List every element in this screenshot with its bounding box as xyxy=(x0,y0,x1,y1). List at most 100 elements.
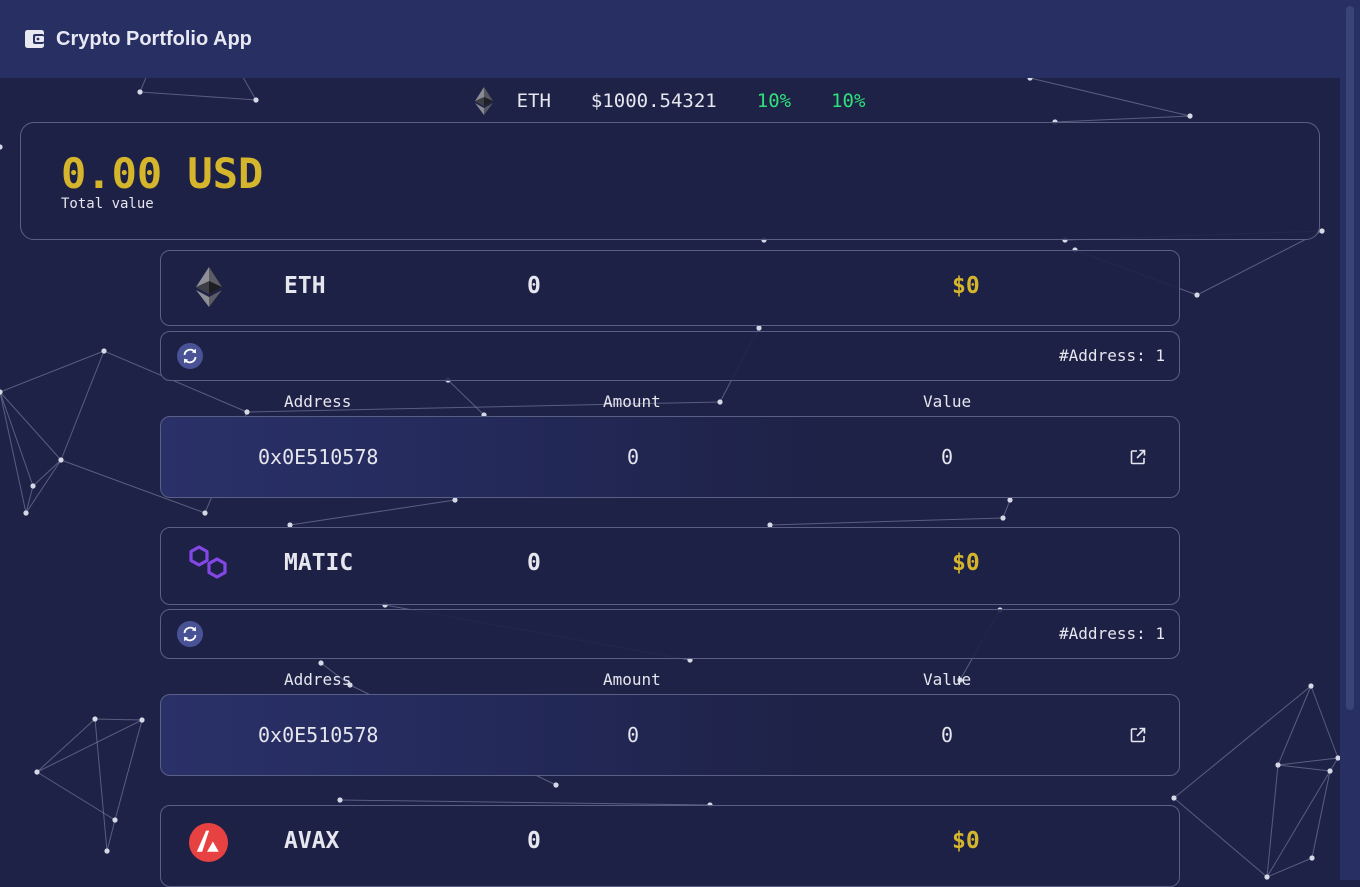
network-edge xyxy=(1277,764,1331,772)
address-text: 0x0E510578 xyxy=(258,445,379,469)
coin-symbol: ETH xyxy=(284,273,326,299)
ticker-change-2: 10% xyxy=(831,90,866,112)
network-node xyxy=(202,510,208,516)
app-bar: Crypto Portfolio App xyxy=(0,0,1340,78)
network-edge xyxy=(0,391,34,487)
eth-icon xyxy=(196,267,222,307)
network-node xyxy=(1000,515,1006,521)
address-count: #Address: 1 xyxy=(1059,346,1165,365)
network-node xyxy=(337,797,343,803)
network-node xyxy=(1309,855,1315,861)
refresh-icon[interactable] xyxy=(177,343,203,369)
ticker-symbol: ETH xyxy=(516,90,551,112)
coin-meta-row-eth: #Address: 1 xyxy=(160,331,1180,381)
ticker-price: $1000.54321 xyxy=(590,90,717,112)
external-link-icon[interactable] xyxy=(1129,726,1147,744)
coin-symbol: AVAX xyxy=(284,828,340,854)
column-header-amount: Amount xyxy=(603,670,661,689)
coin-value: $0 xyxy=(952,273,980,299)
address-row: 0x0E510578 0 0 xyxy=(160,694,1180,776)
coin-amount: 0 xyxy=(527,550,541,576)
network-node xyxy=(1327,768,1333,774)
network-node xyxy=(318,660,324,666)
avax-icon xyxy=(188,822,229,863)
network-edge xyxy=(1266,764,1279,878)
network-edge xyxy=(94,718,108,852)
network-node xyxy=(101,348,107,354)
network-edge xyxy=(1310,685,1339,759)
network-node xyxy=(1308,683,1314,689)
address-text: 0x0E510578 xyxy=(258,723,379,747)
address-value: 0 xyxy=(941,723,954,747)
network-node xyxy=(0,144,3,150)
column-header-address: Address xyxy=(284,392,352,411)
column-header-value: Value xyxy=(923,392,972,411)
network-node xyxy=(756,325,762,331)
matic-icon xyxy=(189,545,227,579)
network-node xyxy=(1319,228,1325,234)
network-edge xyxy=(1173,797,1268,878)
network-edge xyxy=(1266,770,1331,878)
ticker-change-1: 10% xyxy=(756,90,792,112)
network-node xyxy=(34,769,40,775)
network-edge xyxy=(1002,499,1011,519)
column-header-value: Value xyxy=(923,670,972,689)
scrollbar[interactable] xyxy=(1340,0,1360,880)
network-node xyxy=(58,457,64,463)
coin-card-eth[interactable]: ETH 0 $0 xyxy=(160,250,1180,326)
coin-card-avax[interactable]: AVAX 0 $0 xyxy=(160,805,1180,887)
network-edge xyxy=(1173,685,1312,799)
network-node xyxy=(1275,762,1281,768)
network-edge xyxy=(25,485,34,514)
address-amount: 0 xyxy=(627,723,640,747)
network-edge xyxy=(106,819,116,852)
network-edge xyxy=(1311,770,1331,859)
total-value-label: Total value xyxy=(61,196,154,212)
network-node xyxy=(139,717,145,723)
address-table-header: Address Amount Value xyxy=(160,668,1178,692)
network-edge xyxy=(1277,685,1312,766)
network-edge xyxy=(0,391,27,514)
coin-amount: 0 xyxy=(527,273,541,299)
network-edge xyxy=(769,517,1004,526)
column-header-address: Address xyxy=(284,670,352,689)
column-header-amount: Amount xyxy=(603,392,661,411)
coin-symbol: MATIC xyxy=(284,550,354,576)
network-node xyxy=(553,782,559,788)
app-title: Crypto Portfolio App xyxy=(56,27,252,50)
network-edge xyxy=(36,718,96,773)
network-edge xyxy=(289,499,456,526)
refresh-icon[interactable] xyxy=(177,621,203,647)
network-edge xyxy=(0,350,105,393)
network-node xyxy=(92,716,98,722)
total-value-card: 0.00 USD Total value xyxy=(20,122,1320,240)
network-edge xyxy=(1277,757,1339,766)
external-link-icon[interactable] xyxy=(1129,448,1147,466)
network-node xyxy=(1171,795,1177,801)
address-table-header: Address Amount Value xyxy=(160,390,1178,414)
network-edge xyxy=(114,719,143,821)
coin-value: $0 xyxy=(952,828,980,854)
address-amount: 0 xyxy=(627,445,640,469)
total-value-amount: 0.00 USD xyxy=(61,149,264,198)
network-node xyxy=(30,483,36,489)
network-node xyxy=(112,817,118,823)
network-edge xyxy=(36,719,143,773)
network-edge xyxy=(1196,230,1323,296)
wallet-icon xyxy=(25,30,44,48)
network-node xyxy=(104,848,110,854)
network-edge xyxy=(0,391,62,461)
address-value: 0 xyxy=(941,445,954,469)
coin-card-matic[interactable]: MATIC 0 $0 xyxy=(160,527,1180,605)
scrollbar-thumb[interactable] xyxy=(1346,6,1354,710)
price-ticker: ETH $1000.54321 10% 10% xyxy=(0,86,1340,116)
coin-value: $0 xyxy=(952,550,980,576)
network-edge xyxy=(94,718,143,721)
network-node xyxy=(1264,874,1270,880)
eth-icon xyxy=(474,87,493,115)
network-node xyxy=(1007,497,1013,503)
network-node xyxy=(452,497,458,503)
network-node xyxy=(23,510,29,516)
network-node xyxy=(1194,292,1200,298)
address-row: 0x0E510578 0 0 xyxy=(160,416,1180,498)
